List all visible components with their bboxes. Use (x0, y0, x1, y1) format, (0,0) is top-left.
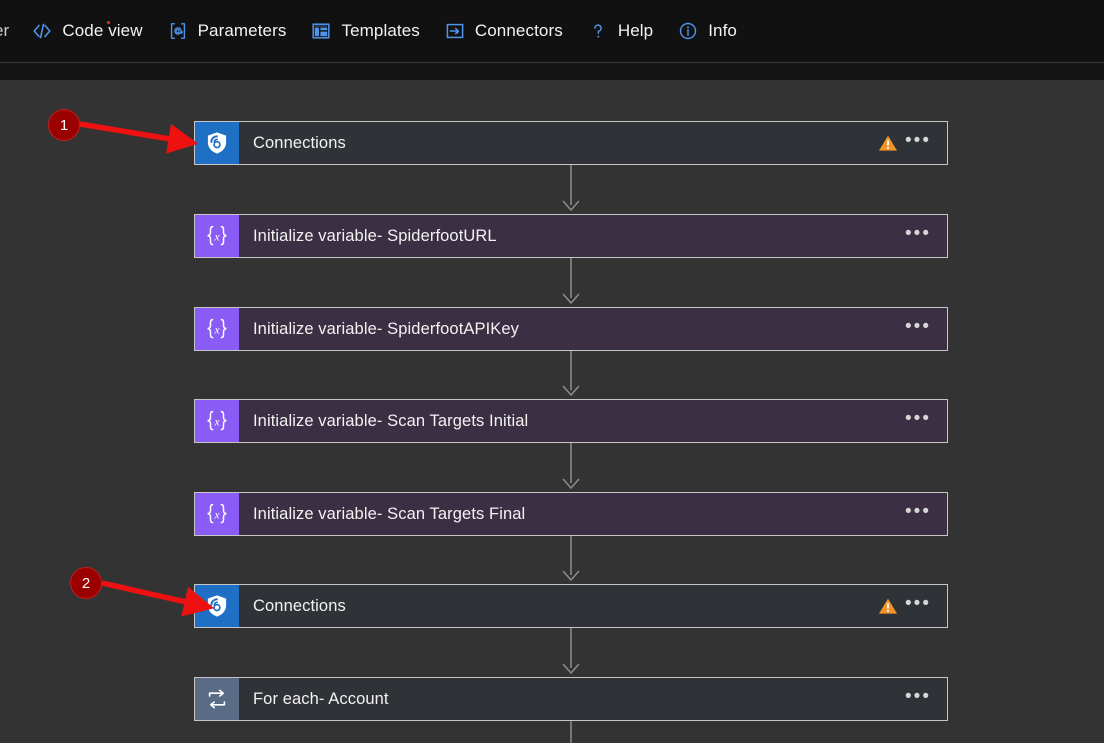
node-title: Initialize variable- SpiderfootAPIKey (253, 319, 519, 338)
node-actions: ••• (877, 585, 947, 627)
node-actions: ••• (877, 122, 947, 164)
ellipsis-icon[interactable]: ••• (903, 125, 933, 161)
variable-braces-icon: x (195, 400, 239, 442)
security-shield-icon (195, 585, 239, 627)
toolbar-label-info: Info (708, 21, 737, 40)
node-actions: ••• (903, 215, 947, 257)
node-title: Initialize variable- SpiderfootURL (253, 226, 497, 245)
node-title: Initialize variable- Scan Targets Initia… (253, 411, 529, 430)
node-initialize-variable-scan-targets-initial[interactable]: x Initialize variable- Scan Targets Init… (194, 399, 948, 443)
svg-text:x: x (213, 231, 220, 243)
node-title: For each- Account (253, 689, 389, 708)
ellipsis-icon[interactable]: ••• (903, 588, 933, 624)
info-icon (677, 20, 699, 42)
node-actions: ••• (903, 678, 947, 720)
svg-text:x: x (213, 324, 220, 336)
designer-toolbar: er Code view (0, 0, 1104, 63)
ellipsis-icon[interactable]: ••• (903, 681, 933, 717)
node-connections[interactable]: Connections ••• (194, 121, 948, 165)
toolbar-label-connectors: Connectors (474, 21, 563, 40)
code-view-icon (31, 20, 53, 42)
variable-braces-icon: x (195, 308, 239, 350)
node-actions: ••• (903, 493, 947, 535)
ellipsis-icon[interactable]: ••• (903, 218, 933, 254)
connector-arrow (557, 258, 585, 307)
toolbar-label-parameters: Parameters (197, 21, 287, 40)
toolbar-item-parameters[interactable]: Parameters (159, 14, 297, 48)
node-title: Connections (253, 133, 346, 152)
workflow-canvas[interactable]: Connections ••• x Initialize variable- S… (0, 80, 1104, 743)
toolbar-truncated-label: er (0, 21, 10, 40)
node-initialize-variable-spiderfooturl[interactable]: x Initialize variable- SpiderfootURL ••• (194, 214, 948, 258)
node-title: Connections (253, 596, 346, 615)
node-title: Initialize variable- Scan Targets Final (253, 504, 526, 523)
toolbar-label-code-view: Code view (62, 21, 143, 40)
foreach-loop-icon (195, 678, 239, 720)
node-initialize-variable-scan-targets-final[interactable]: x Initialize variable- Scan Targets Fina… (194, 492, 948, 536)
svg-text:x: x (213, 416, 220, 428)
node-actions: ••• (903, 308, 947, 350)
toolbar-item-connectors[interactable]: Connectors (436, 14, 573, 48)
help-icon (587, 20, 609, 42)
connector-arrow (557, 165, 585, 214)
connector-arrow (557, 351, 585, 399)
toolbar-label-templates: Templates (341, 21, 420, 40)
connector-arrow (557, 536, 585, 584)
toolbar-item-help[interactable]: Help (579, 14, 663, 48)
connector-arrow (557, 628, 585, 677)
toolbar-label-help: Help (617, 21, 654, 40)
toolbar-item-templates[interactable]: Templates (302, 14, 429, 48)
node-initialize-variable-spiderfootapikey[interactable]: x Initialize variable- SpiderfootAPIKey … (194, 307, 948, 351)
ellipsis-icon[interactable]: ••• (903, 311, 933, 347)
security-shield-icon (195, 122, 239, 164)
warning-triangle-icon[interactable] (877, 132, 899, 154)
ellipsis-icon[interactable]: ••• (903, 403, 933, 439)
variable-braces-icon: x (195, 493, 239, 535)
connector-arrow (557, 443, 585, 492)
connectors-icon (444, 20, 466, 42)
variable-braces-icon: x (195, 215, 239, 257)
node-connections-2[interactable]: Connections ••• (194, 584, 948, 628)
node-for-each-account[interactable]: For each- Account ••• (194, 677, 948, 721)
warning-triangle-icon[interactable] (877, 595, 899, 617)
toolbar-item-info[interactable]: Info (669, 14, 747, 48)
logic-app-designer: er Code view (0, 0, 1104, 743)
svg-text:x: x (213, 509, 220, 521)
connector-arrow (557, 721, 585, 743)
node-actions: ••• (903, 400, 947, 442)
ellipsis-icon[interactable]: ••• (903, 496, 933, 532)
parameters-icon (167, 20, 189, 42)
toolbar-secondary-strip (0, 63, 1104, 80)
toolbar-item-code-view[interactable]: Code view (23, 14, 152, 48)
templates-icon (310, 20, 332, 42)
